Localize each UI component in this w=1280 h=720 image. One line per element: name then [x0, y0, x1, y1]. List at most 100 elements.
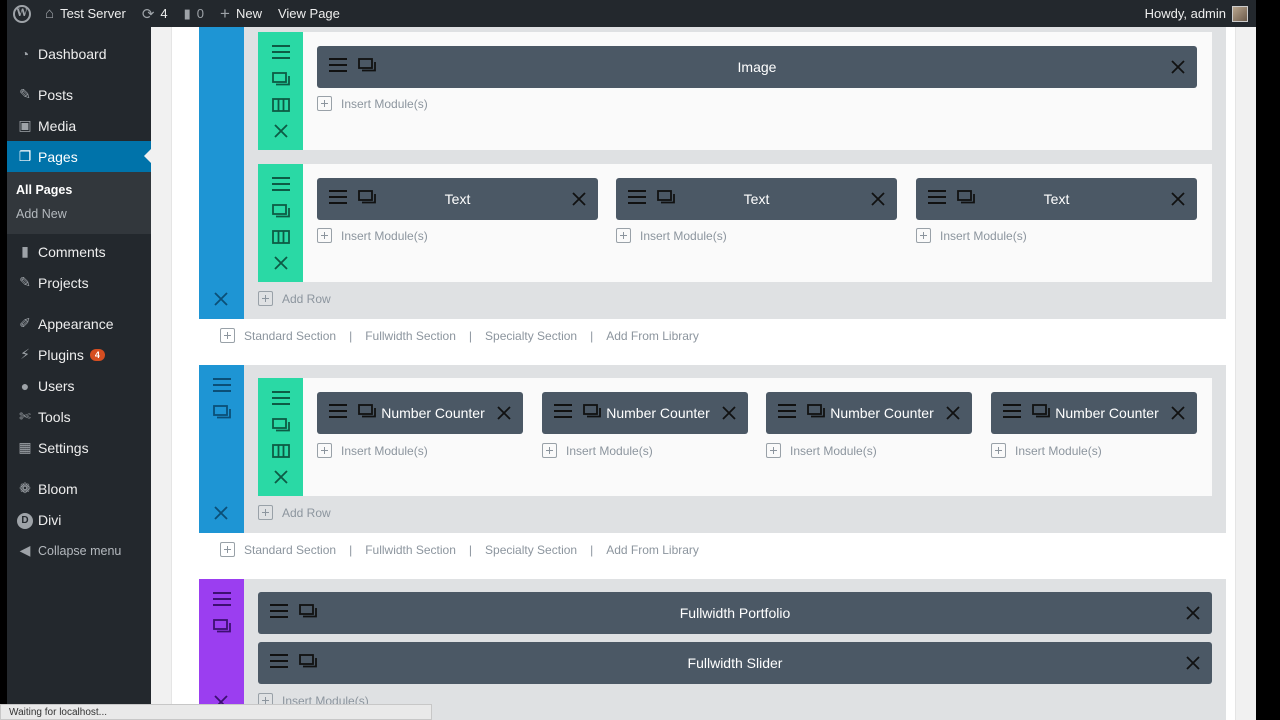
drag-icon[interactable]: [270, 654, 288, 668]
section-1-handle[interactable]: [199, 27, 244, 319]
add-from-library-link[interactable]: Add From Library: [606, 329, 699, 343]
close-icon[interactable]: [722, 406, 736, 420]
sidebar-item-plugins[interactable]: ⚡ Plugins 4: [7, 339, 151, 370]
row-1-handle[interactable]: [258, 32, 303, 150]
updates-link[interactable]: ⟳ 4: [134, 0, 176, 27]
add-row-button[interactable]: Add Row: [258, 505, 331, 520]
add-from-library-link[interactable]: Add From Library: [606, 543, 699, 557]
module-number-counter-3[interactable]: Number Counter: [766, 392, 972, 434]
sidebar-item-bloom[interactable]: ❁ Bloom: [7, 473, 151, 504]
duplicate-icon[interactable]: [358, 404, 376, 418]
section-2-move-icon[interactable]: [213, 378, 231, 392]
module-number-counter-2[interactable]: Number Counter: [542, 392, 748, 434]
drag-icon[interactable]: [329, 58, 347, 72]
sidebar-item-media[interactable]: ▣ Media: [7, 110, 151, 141]
submenu-add-new[interactable]: Add New: [7, 202, 151, 226]
view-page-link[interactable]: View Page: [270, 0, 348, 27]
module-number-counter-1[interactable]: Number Counter: [317, 392, 523, 434]
collapse-menu-button[interactable]: ◀ Collapse menu: [7, 535, 151, 566]
standard-section-link[interactable]: Standard Section: [244, 543, 336, 557]
standard-section-link[interactable]: Standard Section: [244, 329, 336, 343]
module-fullwidth-slider[interactable]: Fullwidth Slider: [258, 642, 1212, 684]
row-2-delete-icon[interactable]: [274, 256, 288, 270]
specialty-section-link[interactable]: Specialty Section: [485, 329, 577, 343]
module-text-3[interactable]: Text: [916, 178, 1197, 220]
insert-module-button[interactable]: Insert Module(s): [616, 228, 727, 243]
module-text-2[interactable]: Text: [616, 178, 897, 220]
drag-icon[interactable]: [1003, 404, 1021, 418]
sidebar-item-posts[interactable]: ✎ Posts: [7, 79, 151, 110]
close-icon[interactable]: [1171, 192, 1185, 206]
new-content-link[interactable]: + New: [212, 0, 270, 27]
duplicate-icon[interactable]: [807, 404, 825, 418]
section-3-move-icon[interactable]: [213, 592, 231, 606]
site-name-link[interactable]: ⌂ Test Server: [37, 0, 134, 27]
drag-icon[interactable]: [778, 404, 796, 418]
section-2-handle[interactable]: [199, 365, 244, 533]
my-account[interactable]: Howdy, admin: [1145, 5, 1256, 22]
sidebar-item-pages[interactable]: ❐ Pages: [7, 141, 151, 172]
duplicate-icon[interactable]: [583, 404, 601, 418]
drag-icon[interactable]: [329, 404, 347, 418]
sidebar-item-projects[interactable]: ✎ Projects: [7, 267, 151, 298]
sidebar-item-tools[interactable]: ✄ Tools: [7, 401, 151, 432]
module-number-counter-4[interactable]: Number Counter: [991, 392, 1197, 434]
row-1-columns-icon[interactable]: [272, 98, 290, 112]
row-1-delete-icon[interactable]: [274, 124, 288, 138]
row-3-delete-icon[interactable]: [274, 470, 288, 484]
sidebar-item-settings[interactable]: ▦ Settings: [7, 432, 151, 463]
duplicate-icon[interactable]: [299, 654, 317, 668]
close-icon[interactable]: [572, 192, 586, 206]
insert-module-button[interactable]: Insert Module(s): [317, 96, 428, 111]
duplicate-icon[interactable]: [358, 58, 376, 72]
submenu-all-pages[interactable]: All Pages: [7, 178, 151, 202]
close-icon[interactable]: [1186, 656, 1200, 670]
sidebar-item-divi[interactable]: D Divi: [7, 504, 151, 535]
drag-icon[interactable]: [928, 190, 946, 204]
wordpress-logo-button[interactable]: W: [7, 0, 37, 27]
insert-module-button[interactable]: Insert Module(s): [991, 443, 1102, 458]
drag-icon[interactable]: [554, 404, 572, 418]
sidebar-item-comments[interactable]: ▮ Comments: [7, 236, 151, 267]
row-3-handle[interactable]: [258, 378, 303, 496]
close-icon[interactable]: [1171, 406, 1185, 420]
row-1-move-icon[interactable]: [272, 45, 290, 59]
drag-icon[interactable]: [628, 190, 646, 204]
fullwidth-section-link[interactable]: Fullwidth Section: [365, 329, 456, 343]
section-1-delete-icon[interactable]: [214, 292, 228, 306]
close-icon[interactable]: [871, 192, 885, 206]
drag-icon[interactable]: [270, 604, 288, 618]
duplicate-icon[interactable]: [957, 190, 975, 204]
specialty-section-link[interactable]: Specialty Section: [485, 543, 577, 557]
row-2-handle[interactable]: [258, 164, 303, 282]
insert-module-button[interactable]: Insert Module(s): [542, 443, 653, 458]
row-1-duplicate-icon[interactable]: [272, 72, 290, 86]
duplicate-icon[interactable]: [657, 190, 675, 204]
row-3-move-icon[interactable]: [272, 391, 290, 405]
sidebar-item-users[interactable]: ● Users: [7, 370, 151, 401]
section-3-handle[interactable]: [199, 579, 244, 720]
sidebar-item-appearance[interactable]: ✐ Appearance: [7, 308, 151, 339]
module-fullwidth-portfolio[interactable]: Fullwidth Portfolio: [258, 592, 1212, 634]
row-2-columns-icon[interactable]: [272, 230, 290, 244]
row-3-duplicate-icon[interactable]: [272, 418, 290, 432]
duplicate-icon[interactable]: [299, 604, 317, 618]
insert-module-button[interactable]: Insert Module(s): [766, 443, 877, 458]
module-image[interactable]: Image: [317, 46, 1197, 88]
insert-module-button[interactable]: Insert Module(s): [317, 228, 428, 243]
close-icon[interactable]: [946, 406, 960, 420]
section-2-delete-icon[interactable]: [214, 506, 228, 520]
row-2-move-icon[interactable]: [272, 177, 290, 191]
sidebar-item-dashboard[interactable]: ◔ Dashboard: [7, 38, 151, 69]
duplicate-icon[interactable]: [358, 190, 376, 204]
add-row-button[interactable]: Add Row: [258, 291, 331, 306]
close-icon[interactable]: [497, 406, 511, 420]
module-text-1[interactable]: Text: [317, 178, 598, 220]
section-3-duplicate-icon[interactable]: [213, 619, 231, 633]
row-3-columns-icon[interactable]: [272, 444, 290, 458]
fullwidth-section-link[interactable]: Fullwidth Section: [365, 543, 456, 557]
drag-icon[interactable]: [329, 190, 347, 204]
duplicate-icon[interactable]: [1032, 404, 1050, 418]
comments-link[interactable]: ▮ 0: [176, 0, 212, 27]
insert-module-button[interactable]: Insert Module(s): [317, 443, 428, 458]
